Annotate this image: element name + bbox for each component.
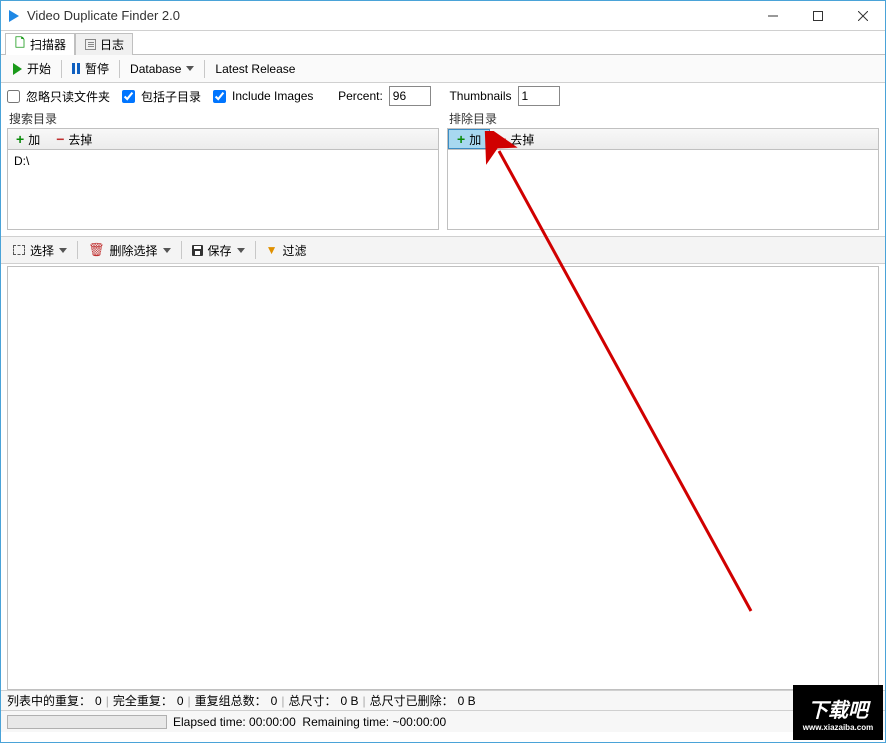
delete-selection-label: 删除选择 (110, 242, 158, 259)
delete-selection-dropdown[interactable]: 🗑 删除选择 (80, 238, 179, 262)
elapsed-time: Elapsed time: 00:00:00 (173, 715, 296, 729)
options-row: 忽略只读文件夹 包括子目录 Include Images Percent: Th… (1, 83, 885, 109)
progress-bar (7, 715, 167, 729)
separator (61, 60, 62, 78)
separator (181, 241, 182, 259)
search-remove-button[interactable]: − 去掉 (48, 129, 100, 149)
separator (255, 241, 256, 259)
ignore-readonly-label: 忽略只读文件夹 (26, 88, 110, 105)
select-icon (13, 245, 25, 255)
search-add-label: 加 (28, 131, 40, 148)
ignore-readonly-checkbox[interactable] (7, 90, 20, 103)
exclude-dirs-title: 排除目录 (447, 109, 879, 128)
save-dropdown[interactable]: 保存 (184, 238, 253, 262)
exclude-remove-button[interactable]: − 去掉 (490, 129, 542, 149)
list-item[interactable]: D:\ (14, 154, 432, 168)
minus-icon: − (498, 131, 506, 147)
list-dup-label: 列表中的重复： (7, 692, 91, 709)
include-subdirs-label: 包括子目录 (141, 88, 201, 105)
total-size-label: 总尺寸： (288, 692, 336, 709)
start-button[interactable]: 开始 (5, 57, 59, 81)
pause-button[interactable]: 暂停 (64, 57, 117, 81)
deleted-size-value: 0 B (458, 694, 476, 708)
chevron-down-icon (59, 248, 67, 253)
database-dropdown[interactable]: Database (122, 57, 202, 81)
total-size-value: 0 B (341, 694, 359, 708)
search-dirs-panel: 搜索目录 + 加 − 去掉 D:\ (7, 109, 439, 230)
tab-scanner[interactable]: 🗋 扫描器 (5, 33, 75, 55)
watermark-text: 下载吧 (808, 694, 868, 723)
list-dup-value: 0 (95, 694, 102, 708)
status-bar-counts: 列表中的重复： 0 | 完全重复： 0 | 重复组总数： 0 | 总尺寸： 0 … (1, 690, 885, 710)
pause-icon (72, 63, 80, 74)
exclude-dirs-panel: 排除目录 + 加 − 去掉 (447, 109, 879, 230)
scan-icon: 🗋 (14, 39, 26, 51)
plus-icon: + (16, 131, 24, 147)
directory-panels: 搜索目录 + 加 − 去掉 D:\ 排除目录 + 加 − 去掉 (1, 109, 885, 230)
select-label: 选择 (30, 242, 54, 259)
thumbnails-input[interactable] (518, 86, 560, 106)
remaining-time: Remaining time: ~00:00:00 (302, 715, 446, 729)
exclude-dirs-toolbar: + 加 − 去掉 (447, 128, 879, 150)
search-dirs-title: 搜索目录 (7, 109, 439, 128)
filter-label: 过滤 (282, 242, 306, 259)
results-area[interactable] (7, 266, 879, 690)
chevron-down-icon (163, 248, 171, 253)
deleted-size-label: 总尺寸已删除： (370, 692, 454, 709)
separator (204, 60, 205, 78)
save-icon (192, 245, 203, 256)
minus-icon: − (56, 131, 64, 147)
percent-input[interactable] (389, 86, 431, 106)
exclude-add-label: 加 (469, 131, 481, 148)
status-bar-time: Elapsed time: 00:00:00 Remaining time: ~… (1, 710, 885, 732)
exclude-add-button[interactable]: + 加 (448, 129, 490, 149)
trash-icon: 🗑 (88, 242, 105, 258)
full-dup-value: 0 (177, 694, 184, 708)
maximize-button[interactable] (795, 1, 840, 30)
latest-release-label: Latest Release (215, 62, 295, 76)
window-title: Video Duplicate Finder 2.0 (27, 8, 750, 23)
watermark-url: www.xiazaiba.com (803, 723, 873, 732)
search-add-button[interactable]: + 加 (8, 129, 48, 149)
tab-scanner-label: 扫描器 (30, 36, 66, 53)
play-icon (13, 63, 22, 75)
latest-release-button[interactable]: Latest Release (207, 57, 303, 81)
watermark: 下载吧 www.xiazaiba.com (793, 685, 883, 740)
app-icon (9, 10, 19, 22)
close-button[interactable] (840, 1, 885, 30)
results-toolbar: 选择 🗑 删除选择 保存 ▼ 过滤 (1, 236, 885, 264)
chevron-down-icon (186, 66, 194, 71)
pause-label: 暂停 (85, 60, 109, 77)
save-label: 保存 (208, 242, 232, 259)
search-remove-label: 去掉 (68, 131, 92, 148)
select-dropdown[interactable]: 选择 (5, 238, 75, 262)
filter-icon: ▼ (266, 243, 278, 257)
separator (119, 60, 120, 78)
database-label: Database (130, 62, 181, 76)
full-dup-label: 完全重复： (113, 692, 173, 709)
tab-log[interactable]: 日志 (75, 33, 133, 55)
filter-button[interactable]: ▼ 过滤 (258, 238, 315, 262)
tab-log-label: 日志 (100, 36, 124, 53)
separator (77, 241, 78, 259)
group-count-label: 重复组总数： (195, 692, 267, 709)
log-icon (84, 39, 96, 51)
start-label: 开始 (27, 60, 51, 77)
include-subdirs-checkbox[interactable] (122, 90, 135, 103)
percent-label: Percent: (338, 89, 383, 103)
plus-icon: + (457, 131, 465, 147)
exclude-dirs-list[interactable] (447, 150, 879, 230)
chevron-down-icon (237, 248, 245, 253)
include-images-checkbox[interactable] (213, 90, 226, 103)
minimize-button[interactable] (750, 1, 795, 30)
title-bar: Video Duplicate Finder 2.0 (1, 1, 885, 31)
main-toolbar: 开始 暂停 Database Latest Release (1, 55, 885, 83)
exclude-remove-label: 去掉 (510, 131, 534, 148)
search-dirs-toolbar: + 加 − 去掉 (7, 128, 439, 150)
thumbnails-label: Thumbnails (449, 89, 511, 103)
group-count-value: 0 (271, 694, 278, 708)
search-dirs-list[interactable]: D:\ (7, 150, 439, 230)
tab-strip: 🗋 扫描器 日志 (1, 31, 885, 55)
include-images-label: Include Images (232, 89, 313, 103)
